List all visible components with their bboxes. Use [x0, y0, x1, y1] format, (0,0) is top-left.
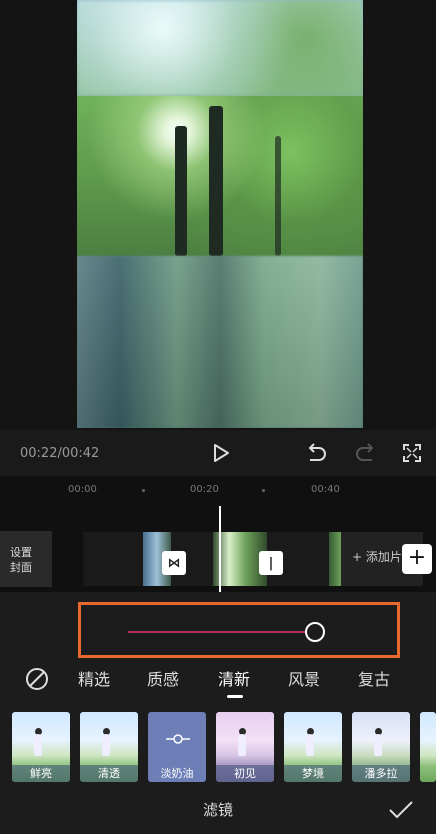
clip-segment[interactable]: [83, 532, 143, 586]
tree-trunk: [175, 126, 187, 256]
ruler-tick: 00:20: [190, 484, 219, 495]
ruler-dot: [142, 489, 145, 492]
add-clip-button[interactable]: +: [402, 544, 432, 574]
filter-item-selected[interactable]: 淡奶油: [148, 712, 206, 782]
tree-trunk: [209, 106, 223, 256]
blurred-background-bottom: [77, 256, 363, 428]
time-display: 00:22/00:42: [20, 446, 100, 461]
video-preview[interactable]: [77, 0, 363, 428]
timeline[interactable]: 00:00 00:20 00:40 设置 封面 ⋈ | + 添加片 +: [0, 476, 436, 592]
filter-label: 潘多拉: [352, 765, 410, 782]
ruler-dot: [262, 489, 265, 492]
confirm-check-icon[interactable]: [388, 798, 414, 822]
tab-featured[interactable]: 精选: [78, 666, 110, 690]
thumb-figure: [306, 734, 314, 756]
tab-scenery[interactable]: 风景: [288, 666, 320, 690]
filter-item[interactable]: 鲜亮: [12, 712, 70, 782]
thumb-figure: [34, 734, 42, 756]
adjust-slider-icon: [165, 732, 191, 746]
thumb-figure: [102, 734, 110, 756]
tree-trunk: [275, 136, 281, 256]
filter-label: 初见: [216, 765, 274, 782]
thumb-figure: [238, 734, 246, 756]
tab-fresh[interactable]: 清新: [218, 666, 250, 690]
slider-knob[interactable]: [305, 622, 325, 642]
no-filter-icon[interactable]: [24, 666, 50, 692]
preview-area: [0, 0, 436, 430]
add-clip-label[interactable]: + 添加片: [352, 548, 402, 565]
blurred-background-top: [77, 0, 363, 96]
set-cover-button[interactable]: 设置 封面: [0, 531, 52, 587]
cover-label-line: 设置: [10, 546, 32, 559]
filter-label: 清透: [80, 765, 138, 782]
bottom-bar: 滤镜: [0, 786, 436, 834]
play-icon[interactable]: [210, 442, 232, 464]
filter-item[interactable]: 清透: [80, 712, 138, 782]
playhead[interactable]: [219, 506, 221, 592]
player-controls: 00:22/00:42: [0, 430, 436, 476]
slider-fill: [128, 631, 318, 633]
filter-item[interactable]: 潘多拉: [352, 712, 410, 782]
fullscreen-icon[interactable]: [400, 442, 424, 464]
tab-retro[interactable]: 复古: [358, 666, 390, 690]
undo-icon[interactable]: [304, 442, 328, 464]
filter-label: 淡奶油: [160, 767, 194, 780]
filter-label: 梦境: [284, 765, 342, 782]
transition-icon[interactable]: |: [259, 551, 283, 575]
filter-item[interactable]: 初见: [216, 712, 274, 782]
filter-category-tabs: 精选 质感 清新 风景 复古: [0, 662, 436, 700]
strength-slider-highlight: [78, 602, 400, 658]
active-tab-indicator: [227, 695, 243, 698]
filter-strength-panel: [0, 592, 436, 662]
redo-icon[interactable]: [354, 442, 378, 464]
ruler-tick: 00:00: [68, 484, 97, 495]
filter-item[interactable]: 梦境: [284, 712, 342, 782]
filter-label: 鲜亮: [12, 765, 70, 782]
filter-item-partial[interactable]: [420, 712, 436, 782]
filter-list: 鲜亮 清透 淡奶油 初见 梦境 潘多拉: [0, 700, 436, 786]
panel-title: 滤镜: [202, 801, 233, 819]
transition-icon[interactable]: ⋈: [162, 551, 186, 575]
thumb-figure: [374, 734, 382, 756]
tab-texture[interactable]: 质感: [147, 666, 179, 690]
ruler-tick: 00:40: [311, 484, 340, 495]
editor-screen: 00:22/00:42 00:00 00:20 00:40 设置 封面 ⋈ | …: [0, 0, 436, 834]
video-frame: [77, 96, 363, 256]
clip-thumbnail[interactable]: [329, 532, 341, 586]
cover-label-line: 封面: [10, 561, 32, 574]
